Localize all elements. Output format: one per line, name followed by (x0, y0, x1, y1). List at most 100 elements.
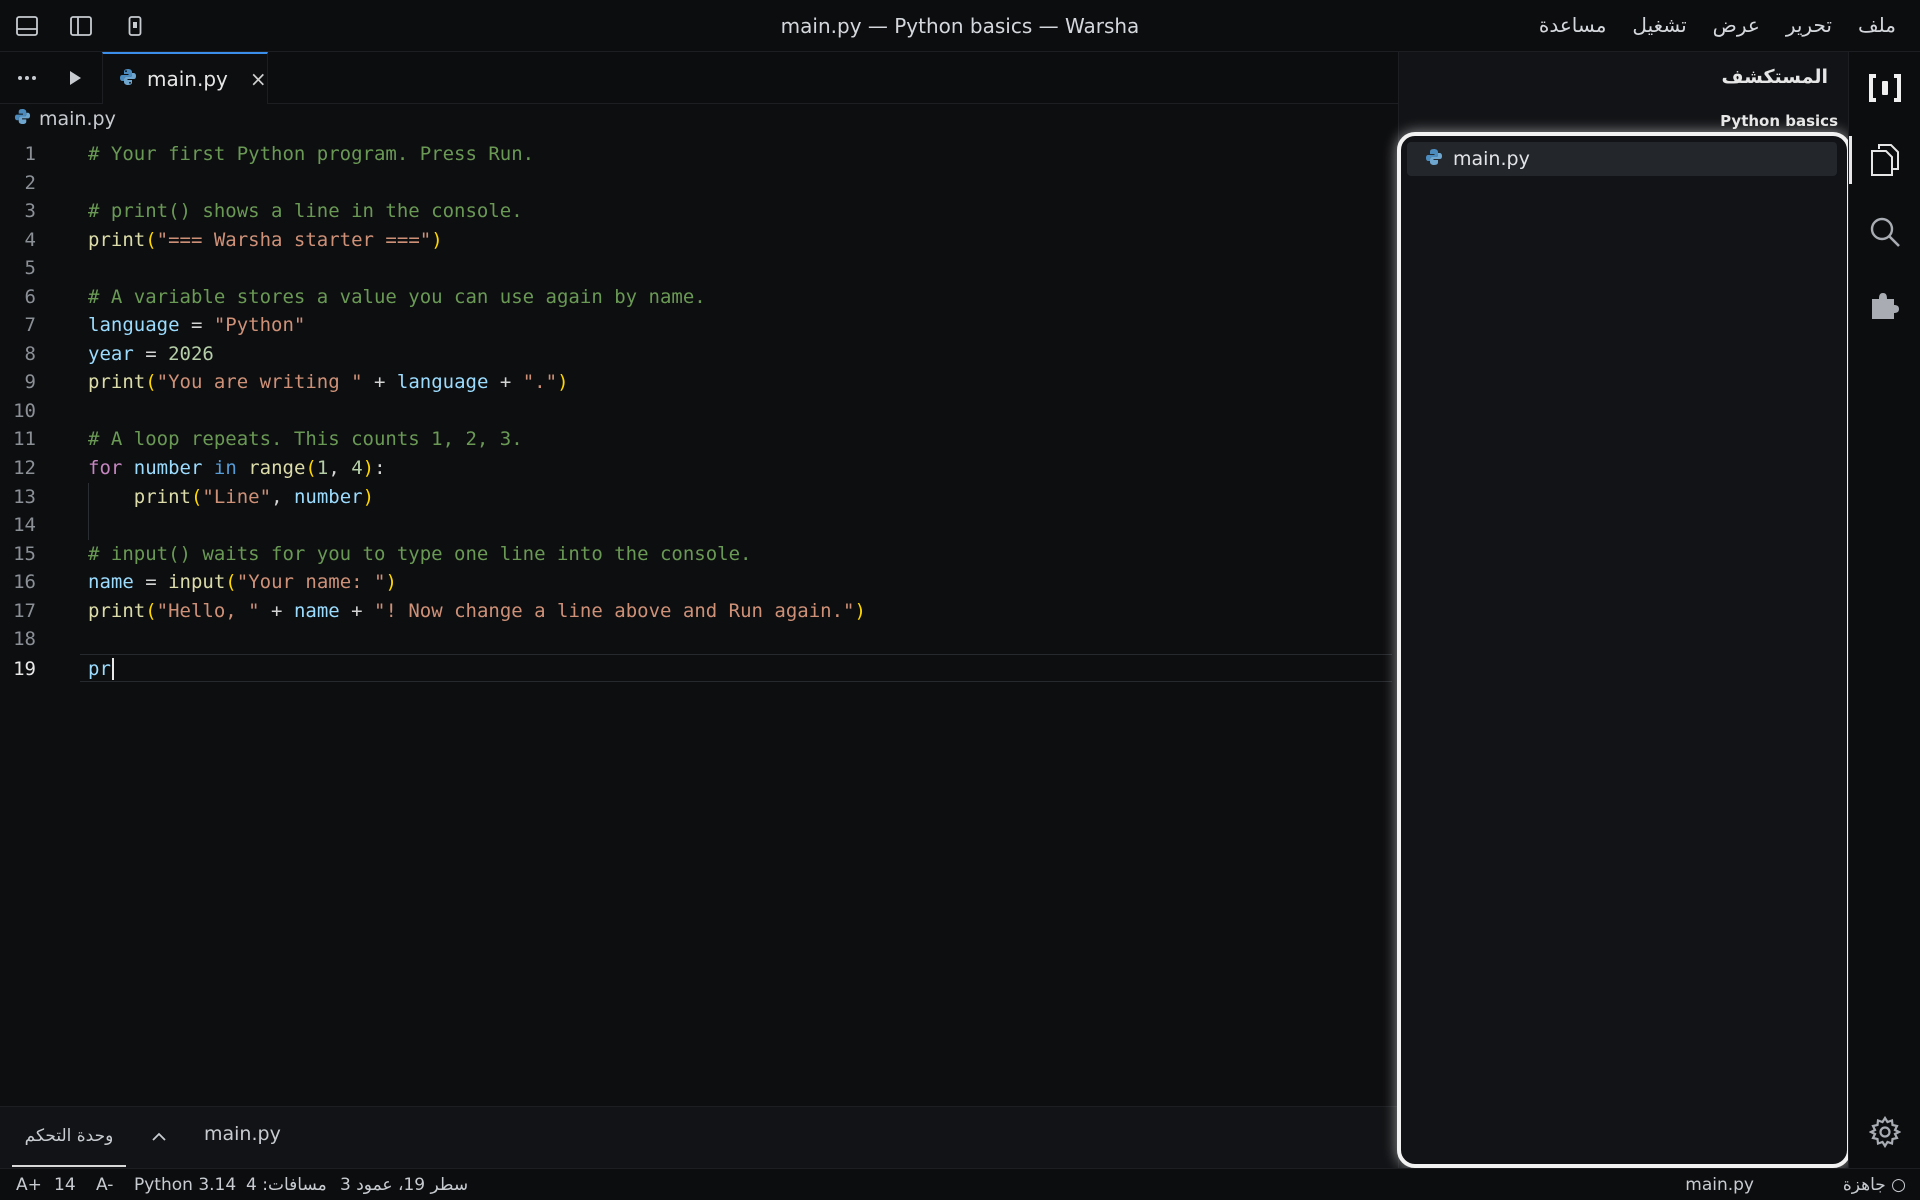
code-token: , (328, 457, 352, 480)
language-mode[interactable]: Python 3.14 (134, 1175, 236, 1195)
line-number: 19 (13, 657, 36, 680)
menu-file[interactable]: ملف (1858, 13, 1896, 37)
line-number: 9 (24, 371, 36, 394)
code-token: ) (431, 228, 443, 251)
ellipsis-icon[interactable] (14, 65, 40, 91)
panel-bottom-icon[interactable] (14, 14, 40, 38)
tab-console[interactable]: وحدة التحكم (12, 1121, 126, 1167)
line-number: 7 (24, 314, 36, 337)
menu-run[interactable]: تشغيل (1632, 13, 1686, 37)
code-token: # print() shows a line in the console. (88, 200, 523, 223)
file-item-main-py[interactable]: main.py (1407, 142, 1837, 176)
code-text: language = "Python" (88, 311, 305, 340)
code-text: for number in range(1, 4): (88, 454, 386, 483)
code-token: ) (854, 599, 866, 622)
code-text: # A loop repeats. This counts 1, 2, 3. (88, 425, 523, 454)
font-size-value: 14 (54, 1175, 76, 1195)
line-number: 11 (13, 428, 36, 451)
close-icon[interactable]: × (250, 67, 267, 91)
code-token: , (271, 485, 294, 508)
code-line[interactable]: 18 (0, 625, 1392, 654)
code-line-current[interactable]: 19 pr (13, 653, 1392, 684)
code-token: + (488, 371, 523, 394)
code-token: language (88, 314, 180, 337)
code-line[interactable]: 14 (0, 511, 1392, 540)
code-token: # A loop repeats. This counts 1, 2, 3. (88, 428, 523, 451)
code-token: "! Now change a line above and Run again… (374, 599, 855, 622)
extensions-icon[interactable] (1849, 274, 1920, 334)
line-number: 8 (24, 342, 36, 365)
code-line[interactable]: 11 # A loop repeats. This counts 1, 2, 3. (0, 425, 1392, 454)
chevron-up-icon[interactable] (148, 1125, 170, 1147)
code-token: number (293, 485, 363, 508)
code-line[interactable]: 17 print("Hello, " + name + "! Now change… (0, 597, 1392, 626)
code-line[interactable]: 10 (0, 397, 1392, 426)
line-number: 2 (24, 171, 36, 194)
menu-edit[interactable]: تحرير (1786, 13, 1832, 37)
code-token: ( (145, 599, 157, 622)
files-icon[interactable] (1849, 130, 1920, 190)
code-token: ) (362, 457, 375, 480)
mobile-device-icon[interactable] (122, 14, 148, 38)
code-line[interactable]: 3 # print() shows a line in the console. (0, 197, 1392, 226)
code-token: "." (522, 371, 558, 394)
code-line[interactable]: 2 (0, 169, 1392, 198)
code-token: number (133, 457, 203, 480)
file-item-label: main.py (1453, 148, 1530, 170)
tab-main-py[interactable]: main.py × (102, 52, 268, 104)
code-line[interactable]: 12 for number in range(1, 4): (0, 454, 1392, 483)
code-token: # input() waits for you to type one line… (88, 542, 752, 565)
sidebar-left-icon[interactable] (68, 14, 94, 38)
search-icon[interactable] (1849, 202, 1920, 262)
gear-icon[interactable] (1849, 1102, 1920, 1162)
code-token: + (259, 599, 294, 622)
code-line[interactable]: 13 print("Line", number) (0, 482, 1392, 540)
code-line[interactable]: 6 # A variable stores a value you can use… (0, 283, 1392, 312)
code-text: # A variable stores a value you can use … (88, 283, 706, 312)
code-text: # Your first Python program. Press Run. (88, 140, 534, 169)
code-token: "Line" (202, 485, 272, 508)
line-number: 18 (13, 628, 36, 651)
console-file-label: main.py (204, 1123, 281, 1145)
breadcrumb-file[interactable]: main.py (39, 108, 116, 130)
menu-view[interactable]: عرض (1713, 13, 1760, 37)
explorer-title: المستكشف (1721, 66, 1829, 88)
code-token: 2026 (168, 342, 214, 365)
code-token: in (213, 457, 237, 480)
cursor-position[interactable]: سطر 19، عمود 3 (340, 1175, 468, 1195)
code-line[interactable]: 8 year = 2026 (0, 340, 1392, 369)
font-decrease-button[interactable]: A- (96, 1175, 113, 1195)
brand-logo-icon[interactable] (1849, 58, 1920, 118)
status-bar: A+ 14 A- Python 3.14 مسافات: 4 سطر 19، ع… (0, 1168, 1920, 1200)
code-text: print("You are writing " + language + ".… (88, 368, 569, 397)
editor-tab-bar: main.py × (0, 52, 1398, 104)
title-bar: main.py — Python basics — Warsha ملف تحر… (0, 0, 1920, 52)
code-line[interactable]: 5 (0, 254, 1392, 283)
code-editor[interactable]: 1 # Your first Python program. Press Run.… (0, 140, 1392, 684)
play-icon[interactable] (62, 65, 88, 91)
activity-bar (1848, 52, 1920, 1168)
code-line[interactable]: 9 print("You are writing " + language + "… (0, 368, 1392, 397)
code-token: "Your name: " (236, 571, 386, 594)
code-text: # input() waits for you to type one line… (88, 540, 751, 569)
menu-help[interactable]: مساعدة (1539, 13, 1607, 37)
project-name[interactable]: Python basics (1720, 112, 1838, 130)
code-line[interactable]: 1 # Your first Python program. Press Run. (0, 140, 1392, 169)
code-token: name (293, 599, 340, 622)
code-line[interactable]: 16 name = input("Your name: ") (0, 568, 1392, 597)
menu-bar: ملف تحرير عرض تشغيل مساعدة (1539, 13, 1896, 37)
code-line[interactable]: 4 print("=== Warsha starter ===") (0, 226, 1392, 255)
code-token: range (248, 457, 306, 480)
code-text: pr (88, 655, 114, 684)
code-token: ) (385, 571, 397, 594)
indentation-spaces[interactable]: مسافات: 4 (246, 1175, 327, 1195)
code-token: ( (190, 485, 203, 508)
font-increase-button[interactable]: A+ (16, 1175, 42, 1195)
code-token: 4 (351, 457, 363, 480)
line-number: 17 (13, 599, 36, 622)
code-line[interactable]: 15 # input() waits for you to type one li… (0, 540, 1392, 569)
line-number: 14 (13, 514, 36, 537)
code-token: = (179, 314, 214, 337)
code-line[interactable]: 7 language = "Python" (0, 311, 1392, 340)
